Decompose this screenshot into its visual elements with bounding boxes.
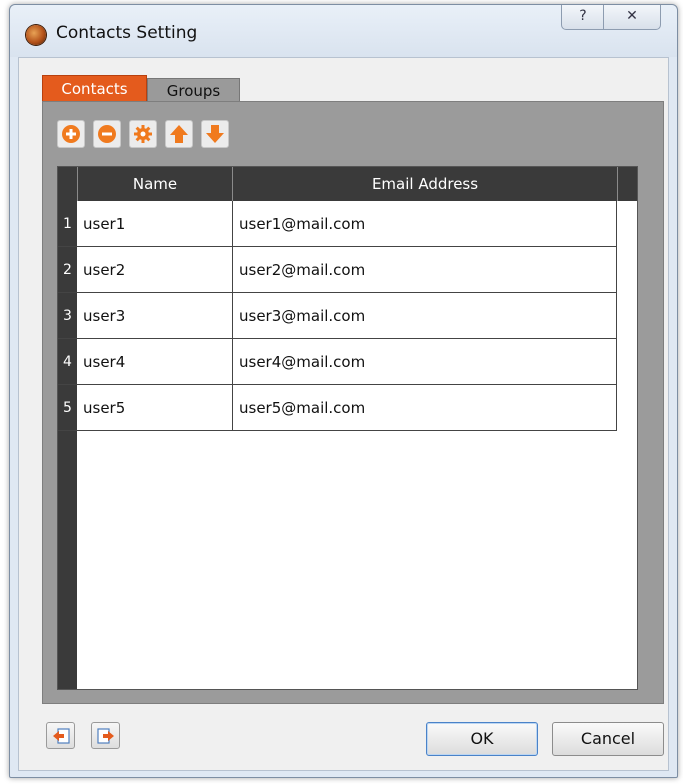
move-down-icon [206, 125, 224, 143]
move-down-button[interactable] [201, 120, 229, 148]
cell-email[interactable]: user2@mail.com [232, 247, 617, 293]
cell-email[interactable]: user1@mail.com [232, 201, 617, 247]
cell-name[interactable]: user3 [77, 293, 232, 339]
column-header-name[interactable]: Name [77, 167, 232, 201]
tab-contacts[interactable]: Contacts [42, 75, 147, 101]
column-header-spacer [617, 167, 637, 201]
cell-name[interactable]: user1 [77, 201, 232, 247]
contacts-setting-window: Contacts Setting ? ✕ Contacts Groups Nam… [9, 4, 678, 778]
contacts-toolbar [57, 120, 657, 156]
row-number: 1 [63, 216, 72, 232]
table-row[interactable]: 4 user4 user4@mail.com [58, 339, 617, 385]
settings-icon [134, 125, 152, 143]
cell-name[interactable]: user5 [77, 385, 232, 431]
column-header-email[interactable]: Email Address [232, 167, 617, 201]
table-header: Name Email Address [58, 167, 637, 201]
window-title: Contacts Setting [56, 23, 198, 43]
tab-groups[interactable]: Groups [147, 78, 240, 101]
contacts-table: Name Email Address 1 user1 user1@mail.co… [57, 166, 638, 690]
close-button[interactable]: ✕ [603, 5, 661, 30]
move-up-icon [170, 125, 188, 143]
app-logo-icon [26, 25, 46, 45]
add-contact-button[interactable] [57, 120, 85, 148]
table-row[interactable]: 1 user1 user1@mail.com [58, 201, 617, 247]
ok-button[interactable]: OK [426, 722, 538, 756]
cell-email[interactable]: user5@mail.com [232, 385, 617, 431]
help-icon: ? [579, 8, 587, 24]
cell-name[interactable]: user2 [77, 247, 232, 293]
table-row[interactable]: 3 user3 user3@mail.com [58, 293, 617, 339]
move-up-button[interactable] [165, 120, 193, 148]
remove-icon [98, 125, 116, 143]
dialog-body: Contacts Groups Name Email Address 1 use… [18, 57, 669, 771]
title-bar[interactable]: Contacts Setting ? ✕ [10, 5, 677, 57]
edit-contact-button[interactable] [129, 120, 157, 148]
cell-name[interactable]: user4 [77, 339, 232, 385]
contacts-panel: Name Email Address 1 user1 user1@mail.co… [42, 101, 664, 704]
export-button[interactable] [91, 722, 120, 749]
table-row[interactable]: 2 user2 user2@mail.com [58, 247, 617, 293]
row-number: 2 [63, 262, 72, 278]
help-button[interactable]: ? [561, 5, 605, 30]
remove-contact-button[interactable] [93, 120, 121, 148]
row-number: 5 [63, 400, 72, 416]
add-icon [62, 125, 80, 143]
row-number: 3 [63, 308, 72, 324]
row-number: 4 [63, 354, 72, 370]
import-button[interactable] [46, 722, 75, 749]
close-icon: ✕ [626, 8, 638, 24]
import-icon [53, 728, 70, 744]
cell-email[interactable]: user3@mail.com [232, 293, 617, 339]
cell-email[interactable]: user4@mail.com [232, 339, 617, 385]
cancel-button[interactable]: Cancel [552, 722, 664, 756]
table-row[interactable]: 5 user5 user5@mail.com [58, 385, 617, 431]
export-icon [97, 728, 114, 744]
